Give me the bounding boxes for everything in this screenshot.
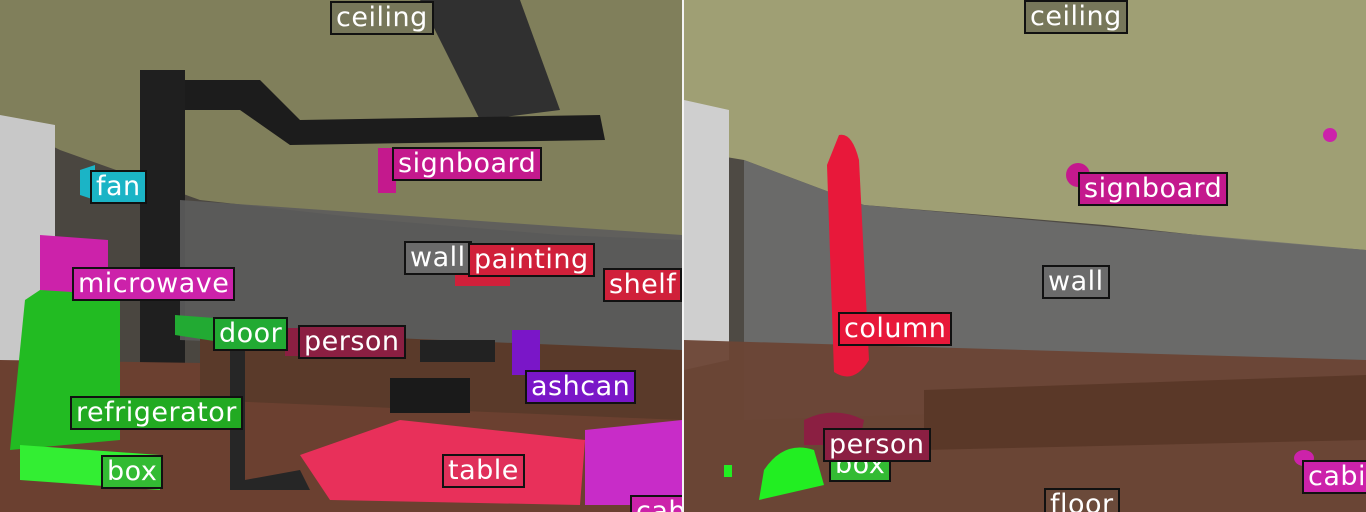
label-wall: wall (404, 241, 472, 275)
label-person: person (823, 428, 931, 462)
right-scene-image (684, 0, 1366, 512)
label-table: table (442, 454, 525, 488)
label-floor: floor (1044, 488, 1120, 512)
label-person: person (298, 325, 406, 359)
label-box: box (101, 455, 164, 489)
label-painting: painting (468, 243, 595, 277)
right-segmentation-panel: ceiling signboard wall column box person… (684, 0, 1366, 512)
label-column: column (838, 312, 953, 346)
label-ceiling: ceiling (1024, 0, 1128, 34)
label-shelf: shelf (603, 268, 682, 302)
label-signboard: signboard (392, 147, 543, 181)
label-cabinet: cabi (1302, 460, 1366, 494)
label-ceiling: ceiling (330, 1, 434, 35)
label-microwave: microwave (72, 267, 236, 301)
label-refrigerator: refrigerator (70, 396, 243, 430)
label-cab: cab (630, 495, 682, 512)
label-door: door (213, 317, 289, 351)
label-signboard: signboard (1078, 172, 1229, 206)
label-ashcan: ashcan (525, 370, 637, 404)
label-fan: fan (90, 170, 147, 204)
left-segmentation-panel: ceiling signboard fan wall painting shel… (0, 0, 682, 512)
label-wall: wall (1042, 265, 1110, 299)
